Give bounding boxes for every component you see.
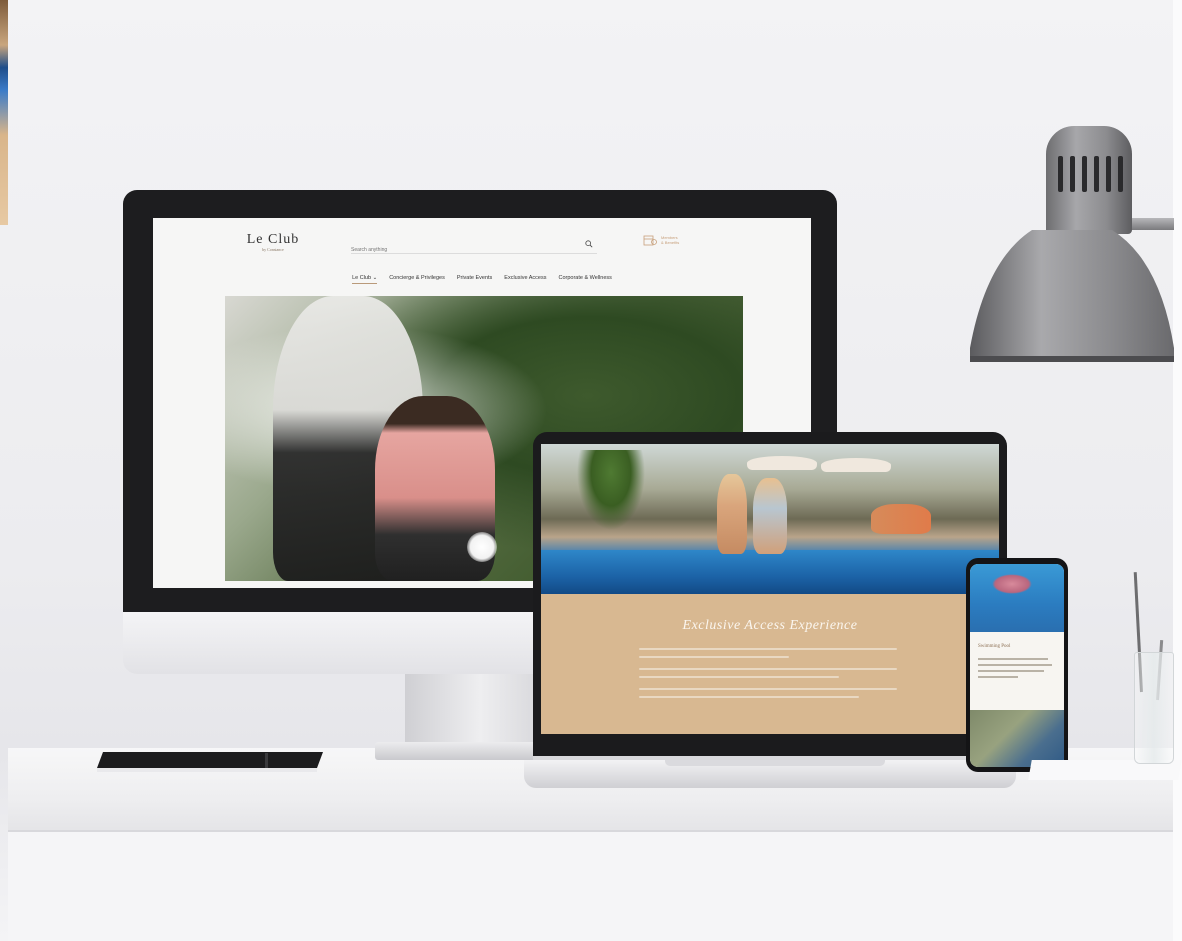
lamp-shade bbox=[970, 230, 1174, 362]
text-line bbox=[639, 648, 897, 650]
members-label: Members & Benefits bbox=[661, 235, 691, 245]
main-nav: Le Club ⌄ Concierge & Privileges Private… bbox=[153, 275, 811, 284]
section-title: Exclusive Access Experience bbox=[682, 618, 858, 633]
laptop-notch bbox=[665, 760, 885, 766]
pool-float bbox=[992, 574, 1032, 594]
nav-concierge[interactable]: Concierge & Privileges bbox=[389, 275, 445, 284]
phone-pool-photo bbox=[970, 564, 1064, 632]
text-line bbox=[978, 664, 1052, 666]
booking-icon bbox=[643, 235, 657, 246]
product-mockup-scene: Le Club by Constance Members & Benefits … bbox=[0, 0, 1182, 941]
swimming-pool bbox=[541, 550, 999, 594]
nav-exclusive-access[interactable]: Exclusive Access bbox=[504, 275, 546, 284]
text-line bbox=[639, 688, 897, 690]
text-line bbox=[639, 656, 789, 658]
pool-person-3 bbox=[871, 504, 931, 534]
text-line bbox=[978, 670, 1044, 672]
text-line bbox=[639, 676, 839, 678]
phone-website-screen: Swimming Pool bbox=[970, 564, 1064, 767]
search-icon[interactable] bbox=[585, 240, 593, 248]
search-input[interactable] bbox=[351, 247, 571, 253]
text-line bbox=[639, 668, 897, 670]
notebook bbox=[97, 752, 323, 772]
text-line bbox=[978, 676, 1018, 678]
phone-spa-photo bbox=[970, 710, 1064, 767]
members-label-line2: & Benefits bbox=[661, 240, 680, 245]
site-logo[interactable]: Le Club by Constance bbox=[243, 232, 303, 252]
nav-le-club[interactable]: Le Club ⌄ bbox=[352, 275, 378, 284]
glass-cup bbox=[1134, 652, 1174, 764]
members-link[interactable]: Members & Benefits bbox=[643, 234, 691, 246]
text-line bbox=[639, 696, 859, 698]
nav-private-events[interactable]: Private Events bbox=[457, 275, 492, 284]
phone-heading: Swimming Pool bbox=[978, 644, 1011, 649]
site-search[interactable] bbox=[351, 238, 597, 254]
pool-person-2 bbox=[753, 478, 787, 554]
laptop-website-screen: Exclusive Access Experience bbox=[541, 444, 999, 734]
parasol-1 bbox=[747, 456, 817, 470]
lower-background bbox=[8, 832, 1173, 941]
lamp-head bbox=[1046, 126, 1132, 234]
right-frame-edge bbox=[1173, 0, 1182, 941]
pool-photo bbox=[541, 444, 999, 594]
emblem-icon bbox=[467, 532, 497, 562]
text-line bbox=[978, 658, 1048, 660]
adjacent-photo-strip bbox=[0, 0, 8, 225]
pool-person-1 bbox=[717, 474, 747, 554]
lamp-arm bbox=[1130, 218, 1174, 230]
nav-corporate-wellness[interactable]: Corporate & Wellness bbox=[558, 275, 611, 284]
logo-title: Le Club bbox=[246, 232, 300, 247]
palm-tree bbox=[571, 450, 651, 540]
parasol-2 bbox=[821, 458, 891, 472]
